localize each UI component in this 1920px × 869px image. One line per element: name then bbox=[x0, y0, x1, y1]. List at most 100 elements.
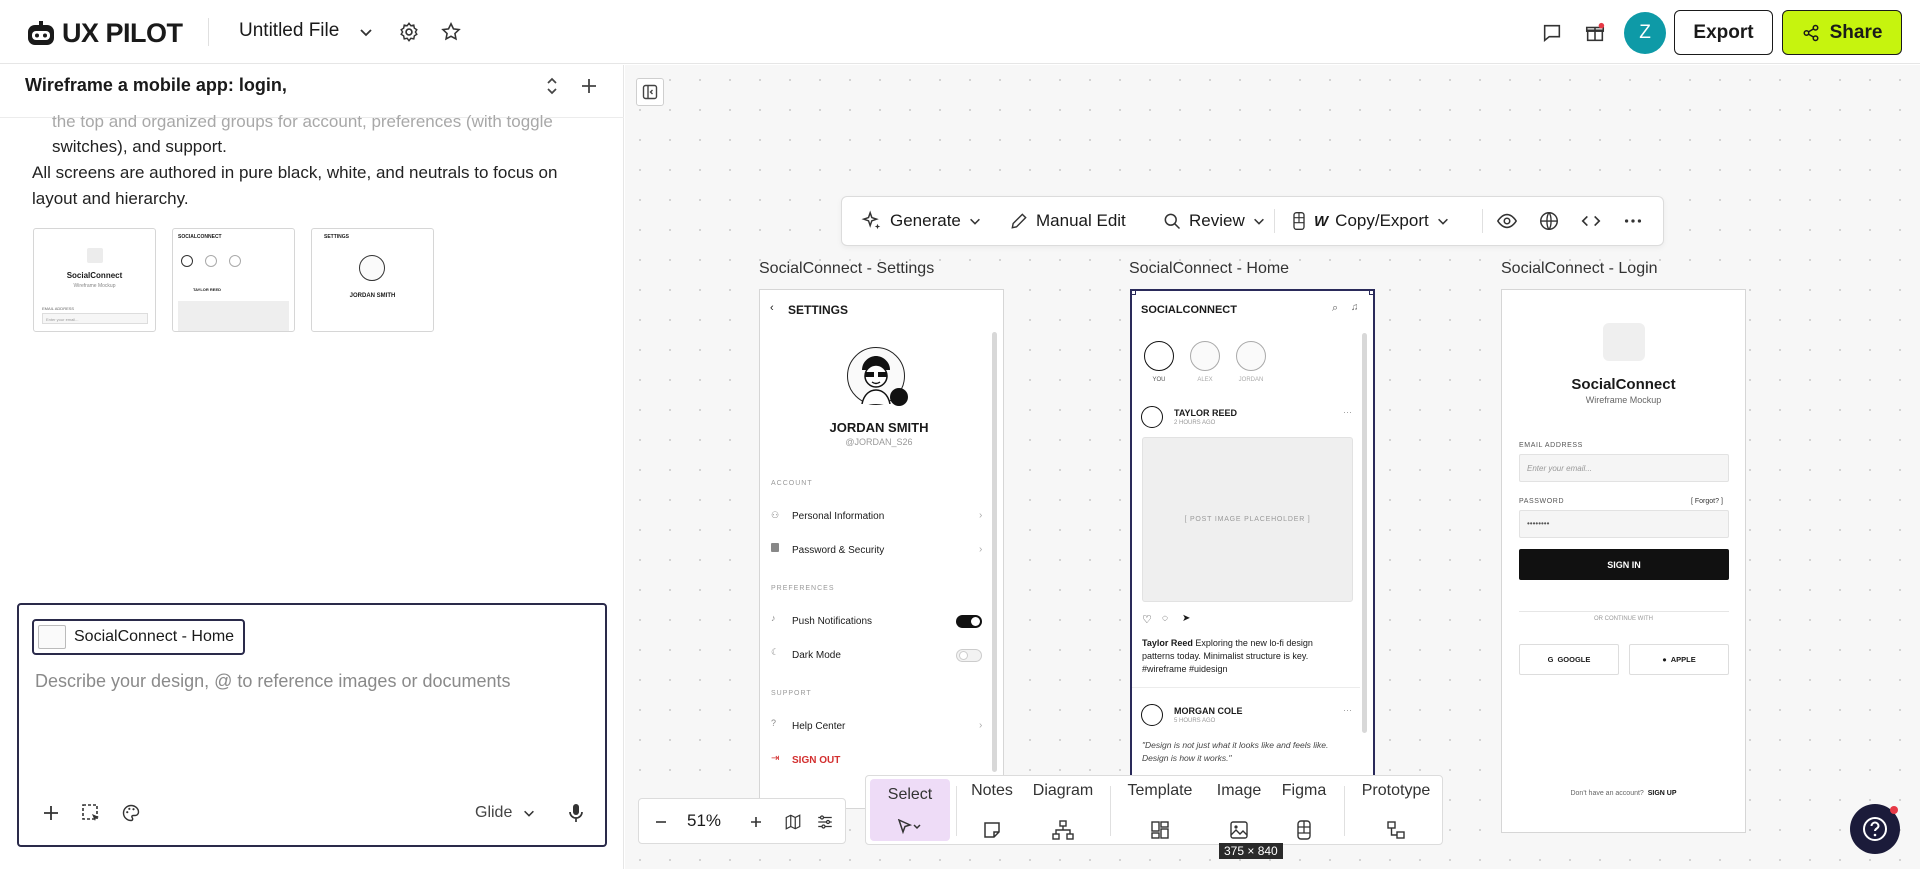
review-button[interactable]: Review bbox=[1162, 197, 1266, 245]
resize-handle[interactable] bbox=[1369, 291, 1373, 295]
app-name: UX PILOT bbox=[62, 18, 183, 48]
help-center-item[interactable]: Help Center bbox=[792, 721, 845, 732]
login-title: SocialConnect bbox=[1571, 376, 1676, 393]
help-button[interactable] bbox=[1850, 804, 1900, 854]
heart-icon[interactable]: ♡ bbox=[1142, 613, 1152, 626]
home-screen-frame[interactable]: SOCIALCONNECT ⌕ ♫ YOU ALEX JORDAN TAYLOR… bbox=[1130, 289, 1375, 794]
select-area-icon[interactable] bbox=[77, 799, 105, 827]
faded-message-text: the top and organized groups for account… bbox=[52, 112, 553, 131]
post-time: 5 HOURS AGO bbox=[1174, 718, 1216, 724]
more-options-icon[interactable]: ··· bbox=[1343, 407, 1352, 417]
manual-edit-button[interactable]: Manual Edit bbox=[1009, 197, 1126, 245]
prototype-tool[interactable]: Prototype bbox=[1356, 782, 1436, 840]
top-bar: UX PILOT Untitled File Z Export Share bbox=[0, 0, 1920, 64]
chevron-down-icon bbox=[1253, 218, 1264, 225]
diagram-tool[interactable]: Diagram bbox=[1028, 782, 1098, 840]
reference-chip[interactable]: SocialConnect - Home bbox=[32, 619, 246, 655]
select-tool[interactable]: Select bbox=[870, 779, 950, 841]
image-tool[interactable]: Image bbox=[1213, 782, 1265, 840]
screen-thumbnail-login[interactable]: SocialConnect Wireframe Mockup EMAIL ADD… bbox=[33, 228, 156, 332]
push-notifications-toggle[interactable] bbox=[956, 615, 982, 628]
microphone-icon[interactable] bbox=[562, 799, 590, 827]
comment-icon[interactable]: ◌ bbox=[1162, 613, 1168, 624]
more-options-icon[interactable] bbox=[1622, 197, 1644, 245]
search-icon[interactable]: ⌕ bbox=[1332, 302, 1338, 315]
figma-tool[interactable]: Figma bbox=[1278, 782, 1330, 840]
caption-author: Taylor Reed bbox=[1142, 638, 1193, 648]
lock-icon bbox=[771, 543, 779, 552]
screen-thumbnail-settings[interactable]: SETTINGS JORDAN SMITH bbox=[311, 228, 434, 332]
dark-mode-toggle[interactable] bbox=[956, 649, 982, 662]
share-button[interactable]: Share bbox=[1782, 10, 1902, 55]
logo[interactable]: UX PILOT bbox=[26, 18, 183, 49]
chat-title: Wireframe a mobile app: login, bbox=[25, 75, 287, 95]
scrollbar[interactable] bbox=[1362, 333, 1367, 733]
sign-in-button[interactable]: SIGN IN bbox=[1519, 549, 1729, 580]
back-chevron-icon: ‹ bbox=[770, 302, 774, 314]
camera-icon[interactable] bbox=[890, 388, 908, 406]
globe-icon[interactable] bbox=[1538, 197, 1560, 245]
design-canvas[interactable]: Generate Manual Edit Review W Copy/Expor… bbox=[625, 65, 1920, 869]
chevron-down-icon[interactable] bbox=[352, 18, 380, 46]
story-avatar-you[interactable] bbox=[1144, 341, 1174, 371]
bell-icon[interactable]: ♫ bbox=[1351, 302, 1359, 313]
post-author: MORGAN COLE bbox=[1174, 706, 1243, 716]
export-button[interactable]: Export bbox=[1674, 10, 1773, 55]
chevron-right-icon: › bbox=[979, 720, 983, 731]
zoom-out-icon[interactable] bbox=[647, 808, 675, 836]
expand-collapse-icon[interactable] bbox=[538, 72, 566, 100]
section-label: SUPPORT bbox=[771, 690, 812, 697]
code-icon[interactable] bbox=[1580, 197, 1602, 245]
prompt-input[interactable]: Describe your design, @ to reference ima… bbox=[35, 671, 511, 692]
apple-label: APPLE bbox=[1670, 655, 1696, 664]
zoom-in-icon[interactable] bbox=[742, 808, 770, 836]
model-selector[interactable]: Glide bbox=[475, 804, 536, 822]
thumb-subtitle: Wireframe Mockup bbox=[73, 283, 116, 289]
template-tool[interactable]: Template bbox=[1122, 782, 1198, 840]
notes-tool[interactable]: Notes bbox=[967, 782, 1017, 840]
send-icon[interactable]: ➤ bbox=[1182, 613, 1190, 624]
push-notifications-item: Push Notifications bbox=[792, 616, 873, 627]
new-chat-plus-icon[interactable] bbox=[575, 72, 603, 100]
toggle-sidebar-icon[interactable] bbox=[636, 78, 664, 106]
copy-export-button[interactable]: W Copy/Export bbox=[1291, 197, 1450, 245]
zoom-level[interactable]: 51% bbox=[687, 811, 721, 831]
avatar[interactable]: Z bbox=[1624, 12, 1666, 54]
palette-icon[interactable] bbox=[117, 799, 145, 827]
gear-icon[interactable] bbox=[395, 18, 423, 46]
share-label: Share bbox=[1829, 21, 1883, 43]
apple-button[interactable]: ● APPLE bbox=[1629, 644, 1729, 675]
template-label: Template bbox=[1127, 782, 1193, 799]
frame-label-login[interactable]: SocialConnect - Login bbox=[1501, 260, 1658, 278]
chat-panel: Wireframe a mobile app: login, the top a… bbox=[0, 65, 624, 869]
sign-up-link[interactable]: SIGN UP bbox=[1648, 790, 1677, 797]
screen-thumbnail-home[interactable]: SOCIALCONNECT TAYLOR REED bbox=[172, 228, 295, 332]
figma-icon bbox=[1293, 212, 1305, 230]
settings-screen-frame[interactable]: ‹ SETTINGS JORDAN SMITH @JORDAN_S26 ACCO… bbox=[759, 289, 1004, 809]
sign-out-button[interactable]: SIGN OUT bbox=[792, 755, 840, 766]
story-avatar-jordan[interactable] bbox=[1236, 341, 1266, 371]
frame-label-settings[interactable]: SocialConnect - Settings bbox=[759, 260, 934, 278]
personal-info-item[interactable]: Personal Information bbox=[792, 511, 884, 522]
google-button[interactable]: G GOOGLE bbox=[1519, 644, 1619, 675]
bottom-toolbar: Select Notes Diagram Template Image Figm… bbox=[865, 775, 1443, 845]
file-name[interactable]: Untitled File bbox=[239, 20, 339, 42]
minimap-icon[interactable] bbox=[779, 808, 807, 836]
story-avatar-alex[interactable] bbox=[1190, 341, 1220, 371]
frame-label-home[interactable]: SocialConnect - Home bbox=[1129, 260, 1289, 278]
gift-icon[interactable] bbox=[1581, 19, 1609, 47]
add-plus-icon[interactable] bbox=[37, 799, 65, 827]
password-security-item[interactable]: Password & Security bbox=[792, 545, 884, 556]
star-icon[interactable] bbox=[437, 18, 465, 46]
login-screen-frame[interactable]: SocialConnect Wireframe Mockup EMAIL ADD… bbox=[1501, 289, 1746, 833]
settings-sliders-icon[interactable] bbox=[811, 808, 839, 836]
forgot-password-link[interactable]: [ Forgot? ] bbox=[1691, 498, 1723, 505]
email-field[interactable]: Enter your email... bbox=[1519, 454, 1729, 482]
resize-handle[interactable] bbox=[1132, 291, 1136, 295]
preview-eye-icon[interactable] bbox=[1496, 197, 1518, 245]
password-field[interactable]: •••••••• bbox=[1519, 510, 1729, 538]
scrollbar[interactable] bbox=[992, 332, 997, 772]
generate-button[interactable]: Generate bbox=[861, 197, 982, 245]
more-options-icon[interactable]: ··· bbox=[1343, 705, 1352, 715]
comment-icon[interactable] bbox=[1538, 19, 1566, 47]
